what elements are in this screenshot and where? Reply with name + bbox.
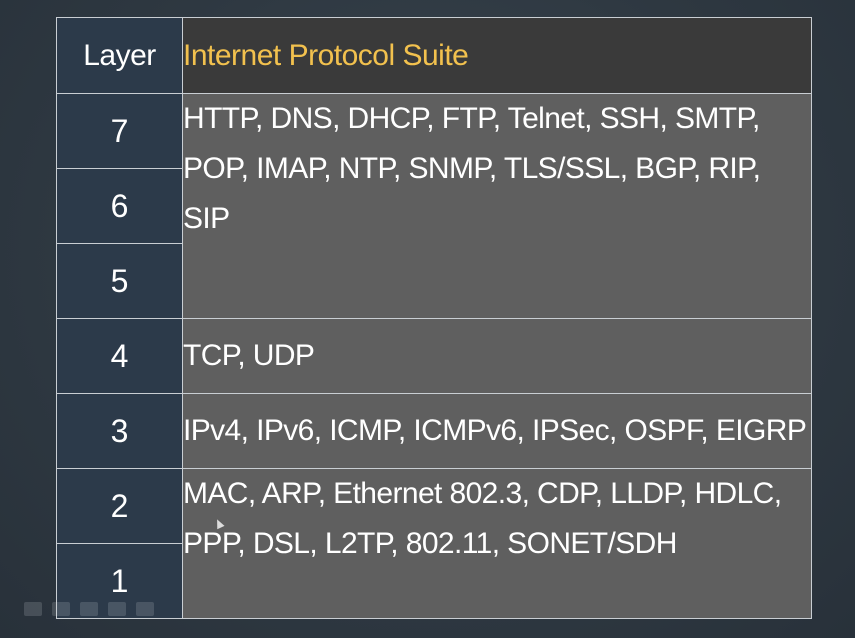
table-row: 2 MAC, ARP, Ethernet 802.3, CDP, LLDP, H… bbox=[56, 468, 812, 619]
protocol-list-transport: TCP, UDP bbox=[182, 318, 812, 394]
layer-column-header: Layer bbox=[56, 17, 183, 94]
layer-number: 2 bbox=[56, 468, 183, 544]
protocol-list-network: IPv4, IPv6, ICMP, ICMPv6, IPSec, OSPF, E… bbox=[182, 393, 812, 469]
info-icon[interactable] bbox=[136, 602, 154, 616]
suite-column-header: Internet Protocol Suite bbox=[182, 17, 812, 94]
layer-number: 3 bbox=[56, 393, 183, 469]
presentation-toolbar[interactable] bbox=[18, 592, 299, 626]
layer-number: 4 bbox=[56, 318, 183, 394]
pen-icon[interactable] bbox=[80, 602, 98, 616]
table-row: 4 TCP, UDP bbox=[56, 318, 812, 394]
table-row: 3 IPv4, IPv6, ICMP, ICMPv6, IPSec, OSPF,… bbox=[56, 393, 812, 469]
osi-protocol-table: Layer Internet Protocol Suite 7 HTTP, DN… bbox=[56, 17, 812, 619]
back-icon[interactable] bbox=[24, 602, 42, 616]
layer-number: 5 bbox=[56, 243, 183, 319]
table-header-row: Layer Internet Protocol Suite bbox=[56, 17, 812, 94]
slides-icon[interactable] bbox=[52, 602, 70, 616]
protocol-list-application: HTTP, DNS, DHCP, FTP, Telnet, SSH, SMTP,… bbox=[182, 93, 812, 319]
layer-number: 6 bbox=[56, 168, 183, 244]
grid-icon[interactable] bbox=[108, 602, 126, 616]
table-row: 7 HTTP, DNS, DHCP, FTP, Telnet, SSH, SMT… bbox=[56, 93, 812, 319]
layer-number: 7 bbox=[56, 93, 183, 169]
